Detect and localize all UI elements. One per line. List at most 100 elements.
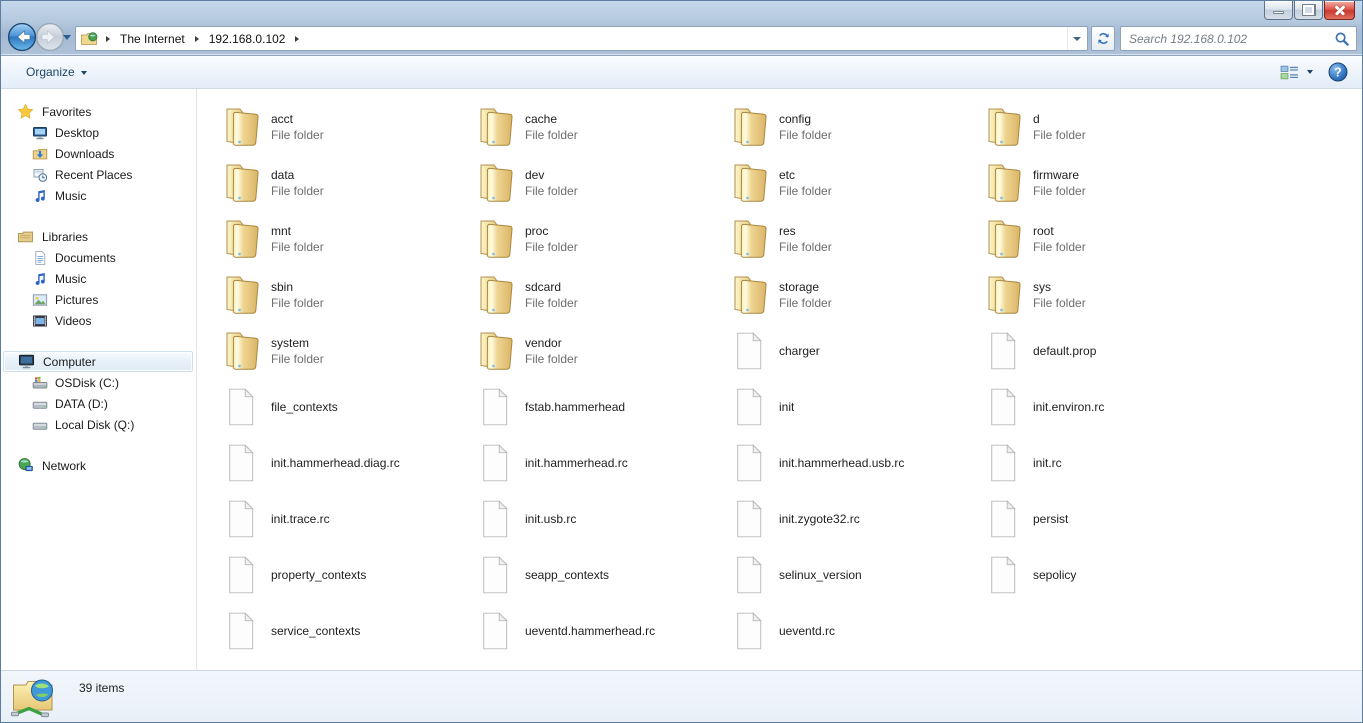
file-tile-init-hammerhead-rc[interactable]: init.hammerhead.rc: [473, 435, 727, 491]
folder-tile-root[interactable]: rootFile folder: [981, 211, 1235, 267]
file-tile-init-hammerhead-usb-rc[interactable]: init.hammerhead.usb.rc: [727, 435, 981, 491]
file-tile-ueventd-rc[interactable]: ueventd.rc: [727, 603, 981, 659]
item-name: init.trace.rc: [271, 511, 330, 527]
file-tile-charger[interactable]: charger: [727, 323, 981, 379]
folder-tile-storage[interactable]: storageFile folder: [727, 267, 981, 323]
sidebar-item-pictures[interactable]: Pictures: [1, 289, 196, 310]
address-bar[interactable]: The Internet 192.168.0.102: [75, 26, 1088, 51]
recent-pages-dropdown[interactable]: [63, 35, 71, 40]
breadcrumb-item-192-168-0-102[interactable]: 192.168.0.102: [207, 29, 288, 49]
file-icon: [226, 611, 256, 651]
folder-tile-vendor[interactable]: vendorFile folder: [473, 323, 727, 379]
sidebar-section-computer: ComputerOSDisk (C:)DATA (D:)Local Disk (…: [1, 351, 196, 435]
search-input[interactable]: [1121, 32, 1332, 46]
folder-tile-data[interactable]: dataFile folder: [219, 155, 473, 211]
restore-button[interactable]: [1294, 1, 1323, 20]
tile-icon-box: [473, 161, 517, 205]
file-tile-sepolicy[interactable]: sepolicy: [981, 547, 1235, 603]
file-tile-fstab-hammerhead[interactable]: fstab.hammerhead: [473, 379, 727, 435]
file-tile-init-hammerhead-diag-rc[interactable]: init.hammerhead.diag.rc: [219, 435, 473, 491]
sidebar-item-data-d[interactable]: DATA (D:): [1, 393, 196, 414]
sidebar-item-local-disk-q[interactable]: Local Disk (Q:): [1, 414, 196, 435]
file-tile-selinux-version[interactable]: selinux_version: [727, 547, 981, 603]
breadcrumb-item-the-internet[interactable]: The Internet: [118, 29, 187, 49]
sidebar-item-documents[interactable]: Documents: [1, 247, 196, 268]
folder-tile-config[interactable]: configFile folder: [727, 99, 981, 155]
file-tile-init-zygote32-rc[interactable]: init.zygote32.rc: [727, 491, 981, 547]
file-tile-file-contexts[interactable]: file_contexts: [219, 379, 473, 435]
tile-label: seapp_contexts: [525, 567, 609, 583]
file-tile-service-contexts[interactable]: service_contexts: [219, 603, 473, 659]
item-name: cache: [525, 111, 578, 127]
sidebar-item-videos[interactable]: Videos: [1, 310, 196, 331]
tile-label: sepolicy: [1033, 567, 1076, 583]
sidebar-item-desktop[interactable]: Desktop: [1, 122, 196, 143]
breadcrumb-separator-icon[interactable]: [195, 36, 199, 42]
folder-icon: [727, 105, 771, 149]
window-body: FavoritesDesktopDownloadsRecent PlacesMu…: [1, 89, 1362, 670]
file-icon: [226, 555, 256, 595]
folder-tile-mnt[interactable]: mntFile folder: [219, 211, 473, 267]
folder-tile-sys[interactable]: sysFile folder: [981, 267, 1235, 323]
change-view-button[interactable]: [1275, 61, 1318, 84]
sidebar-item-libraries[interactable]: Libraries: [1, 226, 196, 247]
command-bar: Organize: [1, 56, 1362, 89]
back-button[interactable]: [7, 22, 37, 52]
breadcrumb-separator-icon[interactable]: [295, 36, 299, 42]
file-tile-default-prop[interactable]: default.prop: [981, 323, 1235, 379]
tile-label: charger: [779, 343, 820, 359]
folder-tile-firmware[interactable]: firmwareFile folder: [981, 155, 1235, 211]
file-tile-init-trace-rc[interactable]: init.trace.rc: [219, 491, 473, 547]
folder-tile-sbin[interactable]: sbinFile folder: [219, 267, 473, 323]
close-button[interactable]: [1324, 1, 1355, 20]
tile-icon-box: [727, 441, 771, 485]
file-tile-init-usb-rc[interactable]: init.usb.rc: [473, 491, 727, 547]
tile-icon-box: [473, 441, 517, 485]
folder-tile-dev[interactable]: devFile folder: [473, 155, 727, 211]
sidebar-item-osdisk-c[interactable]: OSDisk (C:): [1, 372, 196, 393]
folder-tile-acct[interactable]: acctFile folder: [219, 99, 473, 155]
forward-button[interactable]: [35, 22, 65, 52]
folder-tile-proc[interactable]: procFile folder: [473, 211, 727, 267]
file-tile-persist[interactable]: persist: [981, 491, 1235, 547]
tile-icon-box: [727, 105, 771, 149]
folder-tile-etc[interactable]: etcFile folder: [727, 155, 981, 211]
file-tile-init-environ-rc[interactable]: init.environ.rc: [981, 379, 1235, 435]
help-button[interactable]: ?: [1328, 62, 1348, 82]
content-pane: acctFile foldercacheFile folderconfigFil…: [197, 89, 1362, 670]
magnifier-icon[interactable]: [1332, 29, 1352, 49]
tile-icon-box: [473, 553, 517, 597]
file-tile-init-rc[interactable]: init.rc: [981, 435, 1235, 491]
folder-tile-res[interactable]: resFile folder: [727, 211, 981, 267]
sidebar-item-downloads[interactable]: Downloads: [1, 143, 196, 164]
address-dropdown-button[interactable]: [1067, 27, 1085, 50]
sidebar-item-music[interactable]: Music: [1, 268, 196, 289]
videos-icon: [32, 313, 48, 329]
sidebar-item-favorites[interactable]: Favorites: [1, 101, 196, 122]
tile-label: sysFile folder: [1033, 279, 1086, 311]
sidebar-item-music[interactable]: Music: [1, 185, 196, 206]
caption-buttons: [1264, 1, 1355, 20]
tile-icon-box: [981, 217, 1025, 261]
folder-tile-d[interactable]: dFile folder: [981, 99, 1235, 155]
folder-tile-sdcard[interactable]: sdcardFile folder: [473, 267, 727, 323]
file-tile-seapp-contexts[interactable]: seapp_contexts: [473, 547, 727, 603]
tile-label: vendorFile folder: [525, 335, 578, 367]
sidebar-item-computer[interactable]: Computer: [3, 351, 193, 372]
file-tile-property-contexts[interactable]: property_contexts: [219, 547, 473, 603]
refresh-button[interactable]: [1091, 26, 1115, 51]
sidebar-item-network[interactable]: Network: [1, 455, 196, 476]
tile-label: fstab.hammerhead: [525, 399, 625, 415]
sidebar-item-recent-places[interactable]: Recent Places: [1, 164, 196, 185]
folder-tile-system[interactable]: systemFile folder: [219, 323, 473, 379]
minimize-button[interactable]: [1264, 1, 1293, 20]
organize-menu-button[interactable]: Organize: [18, 61, 95, 83]
file-tile-init[interactable]: init: [727, 379, 981, 435]
file-tile-ueventd-hammerhead-rc[interactable]: ueventd.hammerhead.rc: [473, 603, 727, 659]
breadcrumb-separator-icon[interactable]: [106, 36, 110, 42]
music-icon: [32, 271, 48, 287]
folder-tile-cache[interactable]: cacheFile folder: [473, 99, 727, 155]
file-icon: [480, 387, 510, 427]
tile-icon-box: [219, 385, 263, 429]
computer-icon: [18, 353, 35, 370]
